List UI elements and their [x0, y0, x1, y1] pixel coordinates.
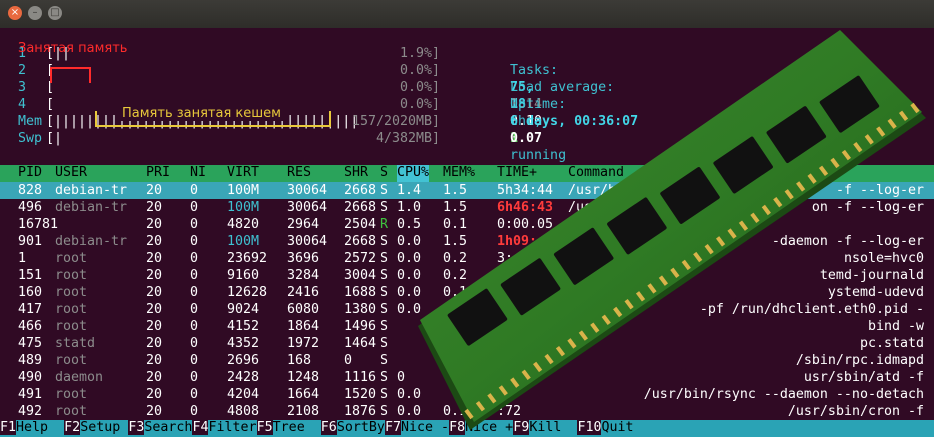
ram-module-image: [418, 30, 926, 430]
